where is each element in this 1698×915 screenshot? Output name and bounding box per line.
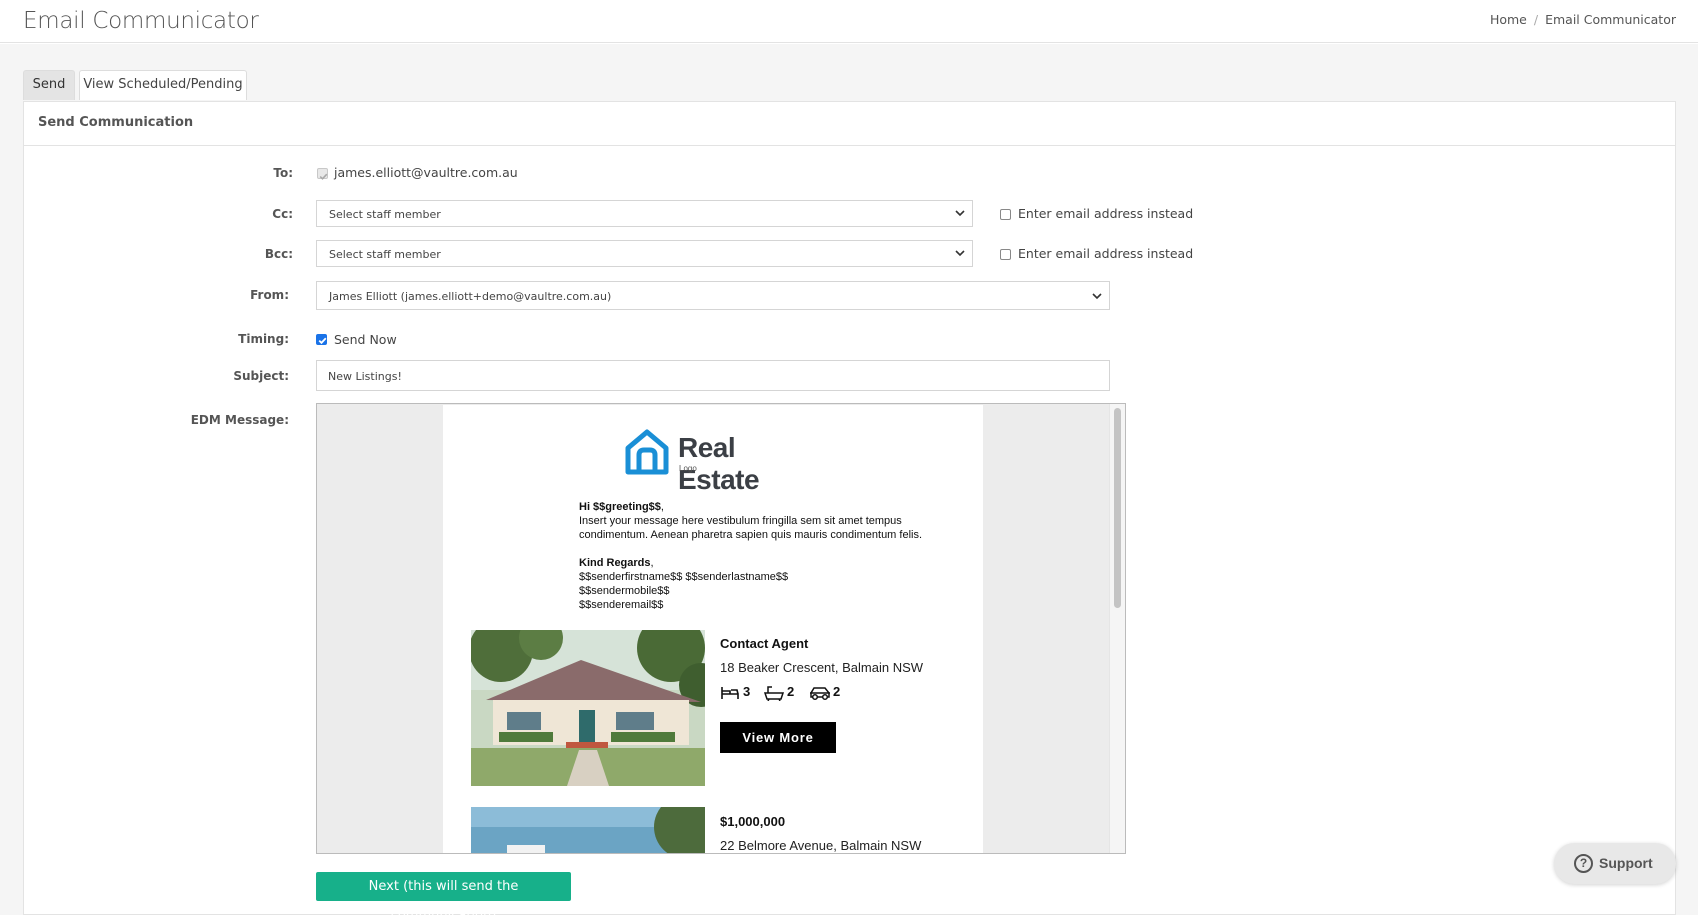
signoff-punct: , bbox=[650, 557, 654, 569]
subject-input[interactable]: New Listings! bbox=[316, 360, 1110, 391]
tab-view-scheduled-pending[interactable]: View Scheduled/Pending bbox=[79, 70, 247, 100]
signature-name: $$senderfirstname$$ $$senderlastname$$ bbox=[579, 571, 789, 583]
from-label: From: bbox=[250, 288, 289, 302]
timing-label: Timing: bbox=[238, 332, 289, 346]
house-photo bbox=[471, 630, 705, 786]
cc-select-value: Select staff member bbox=[329, 208, 441, 221]
breadcrumb-current: Email Communicator bbox=[1545, 12, 1676, 27]
real-estate-logo: Real Estate Logo bbox=[624, 428, 804, 495]
house-logo-icon bbox=[625, 429, 669, 475]
edm-scrollbar-thumb[interactable] bbox=[1114, 408, 1121, 608]
message-body-line-2: condimentum. Aenean pharetra sapien quis… bbox=[579, 529, 923, 541]
from-sender-select[interactable]: James Elliott (james.elliott+demo@vaultr… bbox=[316, 281, 1110, 310]
check-icon bbox=[318, 337, 327, 345]
listing-1-address: 18 Beaker Crescent, Balmain NSW bbox=[720, 660, 924, 675]
house-photo bbox=[471, 807, 705, 853]
car-count: 2 bbox=[833, 684, 841, 699]
view-more-button[interactable]: View More bbox=[720, 722, 836, 753]
listing-2-price: $1,000,000 bbox=[720, 814, 786, 829]
greeting-line: Hi $$greeting$$, bbox=[579, 500, 664, 514]
bcc-enter-email-label: Enter email address instead bbox=[1018, 246, 1194, 261]
edm-message-label: EDM Message: bbox=[190, 413, 289, 427]
bath-icon bbox=[764, 686, 784, 701]
bath-count: 2 bbox=[787, 684, 795, 699]
chevron-down-icon bbox=[955, 210, 965, 217]
next-send-button[interactable]: Next (this will send the communication) bbox=[316, 872, 571, 915]
support-label: Support bbox=[1599, 855, 1653, 871]
listing-1-title: Contact Agent bbox=[720, 636, 809, 651]
to-label: To: bbox=[273, 166, 293, 180]
to-email-address: james.elliott@vaultre.com.au bbox=[334, 165, 518, 180]
edm-scrollbar[interactable] bbox=[1109, 404, 1125, 853]
page-title: Email Communicator bbox=[23, 8, 259, 34]
bcc-staff-select[interactable]: Select staff member bbox=[316, 240, 973, 267]
support-button[interactable]: ? Support bbox=[1554, 843, 1676, 884]
bed-icon bbox=[721, 687, 739, 699]
subject-label: Subject: bbox=[233, 369, 289, 383]
cc-staff-select[interactable]: Select staff member bbox=[316, 200, 973, 227]
message-body-line-1: Insert your message here vestibulum frin… bbox=[579, 515, 902, 527]
signature-mobile: $$sendermobile$$ bbox=[579, 585, 670, 597]
chevron-down-icon bbox=[955, 250, 965, 257]
from-select-value: James Elliott (james.elliott+demo@vaultr… bbox=[329, 290, 612, 303]
bcc-enter-email-checkbox[interactable] bbox=[1000, 249, 1011, 260]
car-icon bbox=[810, 687, 830, 701]
breadcrumb-separator: / bbox=[1533, 12, 1539, 27]
greeting-text: Hi $$greeting$$ bbox=[579, 501, 661, 513]
tab-send[interactable]: Send bbox=[23, 70, 75, 100]
to-checkbox bbox=[317, 168, 328, 180]
signoff-text: Kind Regards bbox=[579, 557, 651, 569]
help-icon: ? bbox=[1574, 854, 1593, 873]
edm-message-preview[interactable]: Real Estate Logo Hi $$greeting$$, Insert… bbox=[316, 403, 1126, 854]
listing-2-photo bbox=[471, 807, 705, 853]
email-document: Real Estate Logo Hi $$greeting$$, Insert… bbox=[443, 405, 983, 853]
panel-header: Send Communication bbox=[24, 102, 1675, 146]
top-bar: Email Communicator Home / Email Communicat… bbox=[0, 0, 1698, 43]
breadcrumb: Home / Email Communicator bbox=[1490, 12, 1676, 27]
logo-sub: Logo bbox=[679, 464, 697, 473]
panel-title: Send Communication bbox=[38, 115, 194, 130]
signoff-line: Kind Regards, bbox=[579, 556, 654, 570]
bcc-label: Bcc: bbox=[264, 247, 293, 261]
bed-count: 3 bbox=[743, 684, 751, 699]
check-icon bbox=[319, 173, 328, 180]
breadcrumb-home-link[interactable]: Home bbox=[1490, 12, 1527, 27]
send-now-label: Send Now bbox=[334, 332, 397, 347]
listing-1-photo bbox=[471, 630, 705, 786]
send-now-checkbox[interactable] bbox=[316, 334, 327, 345]
greeting-punct: , bbox=[660, 501, 664, 513]
signature-email: $$senderemail$$ bbox=[579, 599, 664, 611]
cc-enter-email-checkbox[interactable] bbox=[1000, 209, 1011, 220]
chevron-down-icon bbox=[1092, 293, 1102, 300]
bcc-select-value: Select staff member bbox=[329, 248, 441, 261]
cc-label: Cc: bbox=[272, 207, 293, 221]
listing-2-address: 22 Belmore Avenue, Balmain NSW bbox=[720, 838, 922, 853]
cc-enter-email-label: Enter email address instead bbox=[1018, 206, 1194, 221]
listing-1-features: 3 2 2 bbox=[720, 683, 860, 703]
